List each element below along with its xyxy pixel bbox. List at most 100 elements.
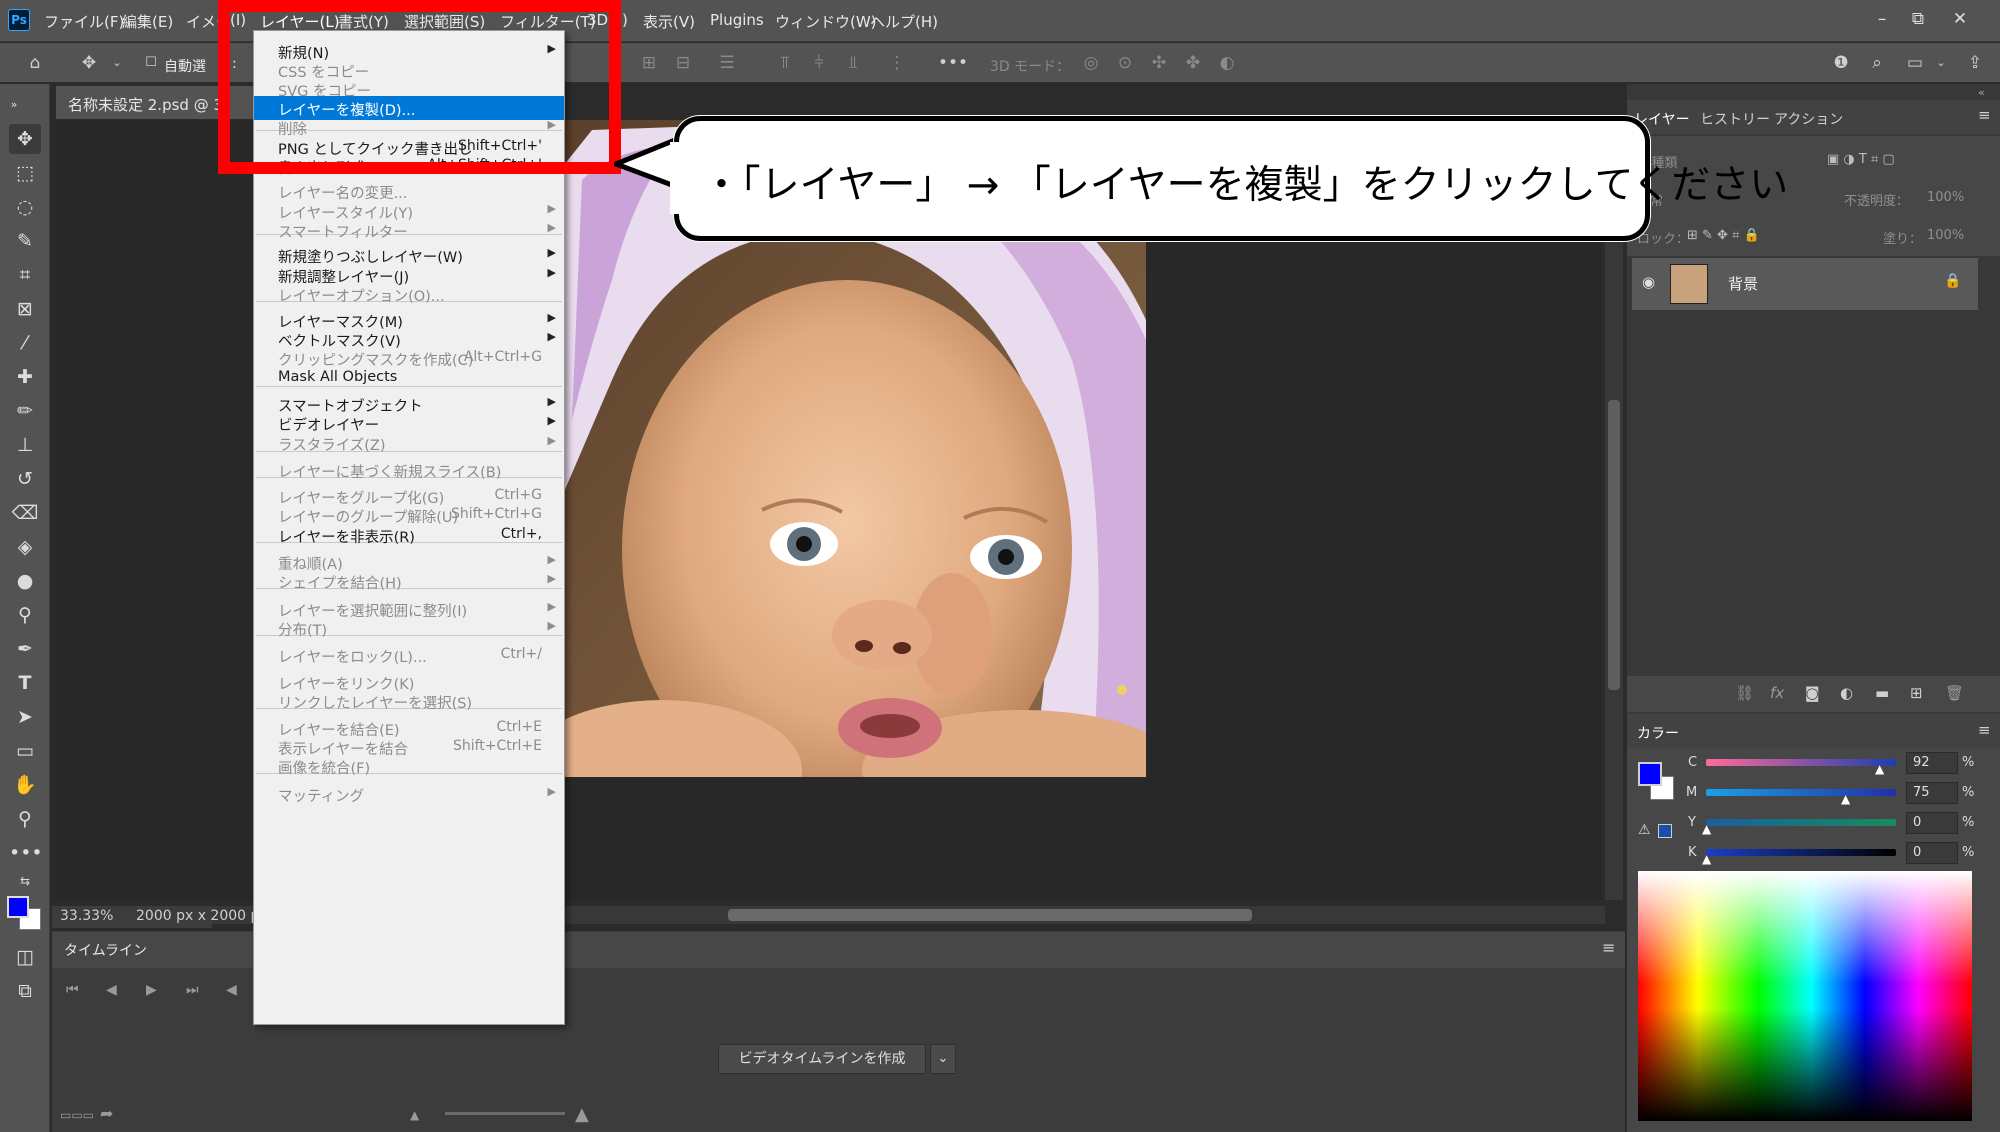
menu-item-19[interactable]: ラスタライズ(Z) ▶ xyxy=(254,431,564,455)
new-layer-icon[interactable]: ⊞ xyxy=(1910,684,1923,702)
marquee-tool[interactable]: ⬚ xyxy=(9,158,41,188)
close-icon[interactable]: ✕ xyxy=(1948,8,1972,30)
panel-menu-icon[interactable]: ≡ xyxy=(1602,938,1615,957)
dodge-tool[interactable]: ⚲ xyxy=(9,600,41,630)
play-icon[interactable]: ▶ xyxy=(146,982,157,998)
eyedropper-tool[interactable]: ⁄ xyxy=(9,328,41,358)
hand-tool[interactable]: ✋ xyxy=(9,770,41,800)
fx-icon[interactable]: fx xyxy=(1770,684,1784,702)
channel-m-input[interactable]: 75 xyxy=(1906,782,1958,804)
channel-c-slider[interactable] xyxy=(1706,759,1896,766)
prev-frame-icon[interactable]: ◀ xyxy=(106,982,117,998)
fill-input[interactable]: 100% xyxy=(1927,228,1964,243)
menu-file[interactable]: ファイル(F) xyxy=(44,11,124,32)
tab-actions[interactable]: アクション xyxy=(1774,109,1843,129)
layer-lock-icon[interactable]: 🔒 xyxy=(1944,273,1961,289)
channel-m-handle[interactable]: ▲ xyxy=(1841,792,1850,806)
create-video-timeline-button[interactable]: ビデオタイムラインを作成 xyxy=(718,1044,926,1074)
tab-history[interactable]: ヒストリー xyxy=(1700,109,1770,129)
layer-thumbnail[interactable] xyxy=(1670,264,1708,304)
adjustment-layer-icon[interactable]: ◐ xyxy=(1840,684,1853,702)
add-mask-icon[interactable]: ◙ xyxy=(1805,684,1820,702)
tab-color[interactable]: カラー xyxy=(1637,723,1679,743)
brush-tool[interactable]: ✏ xyxy=(9,396,41,426)
zoom-tool[interactable]: ⚲ xyxy=(9,804,41,834)
dock-collapse-icon[interactable]: « xyxy=(1978,86,1985,99)
next-frame-icon[interactable]: ⏭ xyxy=(186,982,199,998)
zoom-out-timeline-icon[interactable]: ▲ xyxy=(410,1108,419,1122)
menu-item-23[interactable]: レイヤーを非表示(R) Ctrl+, xyxy=(254,523,564,547)
home-icon[interactable]: ⌂ xyxy=(22,51,48,75)
more-tools-icon[interactable]: ••• xyxy=(9,838,43,868)
align-center-icon[interactable]: ⊞ xyxy=(636,51,662,75)
share-icon[interactable]: ⇪ xyxy=(1962,51,1988,75)
3d-camera-icon[interactable]: ◐ xyxy=(1214,51,1240,75)
restore-icon[interactable]: ⧉ xyxy=(1906,8,1930,30)
frame-tool[interactable]: ⊠ xyxy=(9,294,41,324)
eraser-tool[interactable]: ⌫ xyxy=(9,498,41,528)
3d-roll-icon[interactable]: ⊙ xyxy=(1112,51,1138,75)
workspace-icon[interactable]: ▭ xyxy=(1902,51,1928,75)
menu-item-30[interactable]: リンクしたレイヤーを選択(S) xyxy=(254,689,564,713)
audio-icon[interactable]: ◀ xyxy=(226,982,237,998)
move-tool-icon[interactable]: ✥ xyxy=(76,51,102,75)
render-icon[interactable]: ➦ xyxy=(100,1104,113,1123)
channel-c-handle[interactable]: ▲ xyxy=(1875,762,1884,776)
3d-slide-icon[interactable]: ✤ xyxy=(1180,51,1206,75)
path-select-tool[interactable]: ➤ xyxy=(9,702,41,732)
link-layers-icon[interactable]: ⛓ xyxy=(1735,684,1754,702)
zoom-level[interactable]: 33.33% xyxy=(60,908,113,924)
pen-tool[interactable]: ✒ xyxy=(9,634,41,664)
menu-edit[interactable]: 編集(E) xyxy=(122,11,173,32)
align-middle-icon[interactable]: ⫩ xyxy=(806,51,832,75)
color-panel-foreground-swatch[interactable] xyxy=(1638,762,1662,786)
menu-item-25[interactable]: シェイプを結合(H) ▶ xyxy=(254,569,564,593)
menu-plugins[interactable]: Plugins xyxy=(710,11,764,29)
3d-pan-icon[interactable]: ✣ xyxy=(1146,51,1172,75)
menu-item-33[interactable]: 画像を統合(F) xyxy=(254,754,564,778)
menu-item-20[interactable]: レイヤーに基づく新規スライス(B) xyxy=(254,458,564,482)
paint-bucket-tool[interactable]: ◈ xyxy=(9,532,41,562)
search-icon[interactable]: ⌕ xyxy=(1864,51,1890,75)
blur-tool[interactable]: ● xyxy=(9,566,41,596)
move-tool[interactable]: ✥ xyxy=(9,124,41,154)
quick-mask-icon[interactable]: ◫ xyxy=(9,942,41,972)
filter-icons[interactable]: ▣ ◑ T ⌗ ▢ xyxy=(1827,152,1895,167)
foreground-color-swatch-front[interactable] xyxy=(7,896,29,918)
menu-view[interactable]: 表示(V) xyxy=(643,11,695,32)
new-group-icon[interactable]: ▬ xyxy=(1875,684,1889,702)
vertical-scroll-thumb[interactable] xyxy=(1608,400,1620,690)
lock-icons[interactable]: ⊞ ✎ ✥ ⌗ 🔒 xyxy=(1687,228,1760,243)
convert-frames-icon[interactable]: ▭▭▭ xyxy=(60,1108,94,1122)
first-frame-icon[interactable]: ⏮ xyxy=(66,982,79,998)
menu-3d-suffix[interactable]: ) xyxy=(622,11,628,29)
channel-y-input[interactable]: 0 xyxy=(1906,812,1958,834)
type-tool[interactable]: T xyxy=(9,668,41,698)
horizontal-scroll-thumb[interactable] xyxy=(728,909,1252,921)
menu-help[interactable]: ヘルプ(H) xyxy=(870,11,938,32)
lasso-tool[interactable]: ◌ xyxy=(9,192,41,222)
channel-k-slider[interactable] xyxy=(1706,849,1896,856)
collapse-icon[interactable]: » xyxy=(4,90,24,120)
history-brush-tool[interactable]: ↺ xyxy=(9,464,41,494)
layers-panel-menu-icon[interactable]: ≡ xyxy=(1978,106,1991,124)
healing-brush-tool[interactable]: ✚ xyxy=(9,362,41,392)
align-bottom-icon[interactable]: ⫫ xyxy=(840,51,866,75)
channel-k-input[interactable]: 0 xyxy=(1906,842,1958,864)
rectangle-tool[interactable]: ▭ xyxy=(9,736,41,766)
timeline-tab[interactable]: タイムライン xyxy=(64,940,147,960)
swap-colors-icon[interactable]: ⇆ xyxy=(9,866,41,896)
minimize-icon[interactable]: – xyxy=(1870,8,1894,30)
workspace-chevron-icon[interactable]: ⌄ xyxy=(1928,51,1954,75)
channel-y-handle[interactable]: ▲ xyxy=(1702,822,1711,836)
color-spectrum[interactable] xyxy=(1638,871,1972,1121)
menu-item-34[interactable]: マッティング ▶ xyxy=(254,782,564,806)
channel-m-slider[interactable] xyxy=(1706,789,1896,796)
menu-window[interactable]: ウィンドウ(W) xyxy=(775,11,877,32)
timeline-zoom-slider[interactable] xyxy=(445,1112,565,1115)
menu-item-12[interactable]: レイヤーオプション(O)... xyxy=(254,282,564,306)
menu-item-28[interactable]: レイヤーをロック(L)... Ctrl+/ xyxy=(254,643,564,667)
distribute-icon[interactable]: ☰ xyxy=(714,51,740,75)
menu-item-16[interactable]: Mask All Objects xyxy=(254,366,564,390)
channel-y-slider[interactable] xyxy=(1706,819,1896,826)
